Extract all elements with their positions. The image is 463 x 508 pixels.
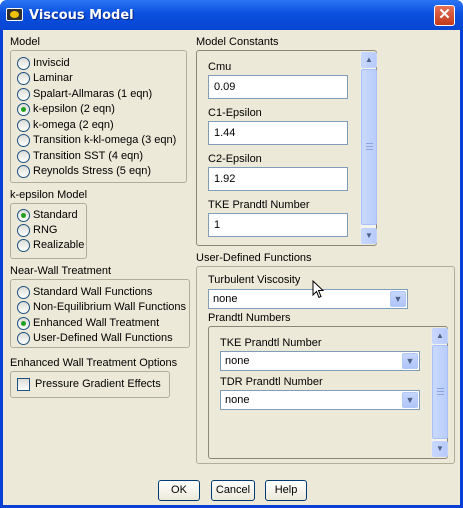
model-constants-group-label: Model Constants (196, 36, 279, 48)
close-icon: ✕ (438, 6, 451, 23)
c1-epsilon-label: C1-Epsilon (208, 107, 262, 119)
k-epsilon-model-group-label: k-epsilon Model (10, 189, 88, 201)
cancel-button[interactable]: Cancel (211, 480, 255, 501)
scroll-up-arrow-icon[interactable]: ▲ (361, 52, 377, 68)
prandtl-scrollbar[interactable]: ▲ ▼ (431, 328, 448, 457)
tke-prandtl-number-label: TKE Prandtl Number (208, 199, 310, 211)
near-wall-treatment-group: Standard Wall Functions Non-Equilibrium … (10, 279, 190, 348)
udf-group-label: User-Defined Functions (196, 252, 312, 264)
prandtl-numbers-label: Prandtl Numbers (208, 312, 291, 324)
ok-button[interactable]: OK (158, 480, 200, 501)
scrollbar-thumb[interactable] (361, 69, 377, 225)
model-group-label: Model (10, 36, 40, 48)
constants-scrollbar[interactable]: ▲ ▼ (360, 52, 377, 244)
scroll-down-arrow-icon[interactable]: ▼ (432, 441, 448, 457)
chevron-down-icon[interactable]: ▼ (402, 353, 418, 369)
turbulent-viscosity-label: Turbulent Viscosity (208, 274, 301, 286)
title-bar[interactable]: Viscous Model ✕ (0, 0, 463, 30)
scrollbar-thumb[interactable] (432, 345, 448, 439)
window-title: Viscous Model (29, 8, 134, 23)
chevron-down-icon[interactable]: ▼ (390, 291, 406, 307)
scroll-down-arrow-icon[interactable]: ▼ (361, 228, 377, 244)
tdr-prandtl-udf-dropdown[interactable]: none ▼ (220, 390, 420, 410)
ewt-options-group: Pressure Gradient Effects (10, 371, 170, 398)
turbulent-viscosity-dropdown[interactable]: none ▼ (208, 289, 408, 309)
close-button[interactable]: ✕ (434, 5, 455, 26)
tke-prandtl-udf-dropdown[interactable]: none ▼ (220, 351, 420, 371)
c2-epsilon-label: C2-Epsilon (208, 153, 262, 165)
near-wall-treatment-group-label: Near-Wall Treatment (10, 265, 112, 277)
chevron-down-icon[interactable]: ▼ (402, 392, 418, 408)
model-group: Inviscid Laminar Spalart-Allmaras (1 eqn… (10, 50, 187, 183)
ewt-options-group-label: Enhanced Wall Treatment Options (10, 357, 178, 369)
mouse-cursor-icon (312, 280, 325, 299)
viscous-model-window: Viscous Model ✕ Model Inviscid Laminar S… (0, 0, 463, 508)
c2-epsilon-input[interactable]: 1.92 (208, 167, 348, 191)
app-icon (6, 8, 23, 21)
k-epsilon-model-group: Standard RNG Realizable (10, 203, 87, 259)
tdr-prandtl-udf-label: TDR Prandtl Number (220, 376, 323, 388)
tke-prandtl-number-input[interactable]: 1 (208, 213, 348, 237)
model-constants-panel: Cmu 0.09 C1-Epsilon 1.44 C2-Epsilon 1.92… (196, 50, 377, 246)
cmu-label: Cmu (208, 61, 232, 73)
prandtl-numbers-panel: TKE Prandtl Number none ▼ TDR Prandtl Nu… (208, 326, 448, 459)
tke-prandtl-udf-label: TKE Prandtl Number (220, 337, 322, 349)
cmu-input[interactable]: 0.09 (208, 75, 348, 99)
c1-epsilon-input[interactable]: 1.44 (208, 121, 348, 145)
scroll-up-arrow-icon[interactable]: ▲ (432, 328, 448, 344)
help-button[interactable]: Help (265, 480, 307, 501)
dialog-body: Model Inviscid Laminar Spalart-Allmaras … (3, 30, 460, 505)
